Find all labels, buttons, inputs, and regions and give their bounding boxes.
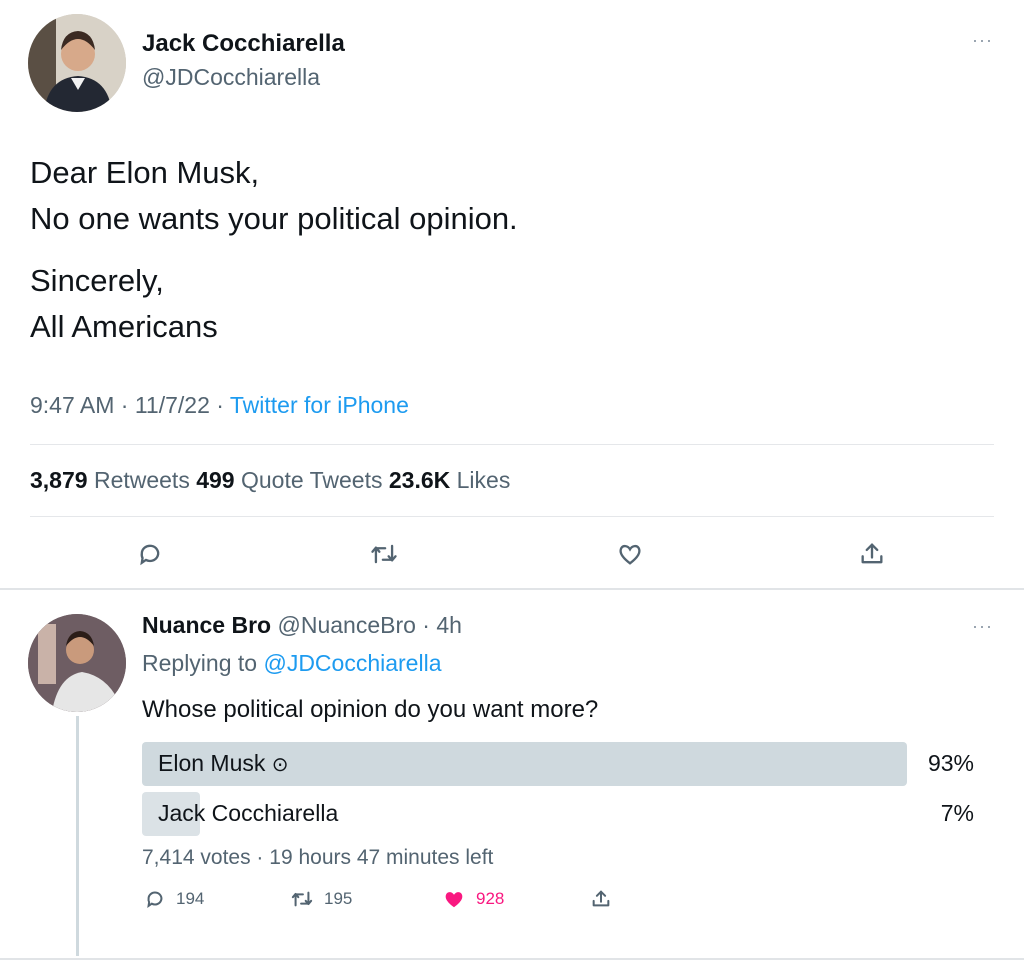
poll-option-2[interactable]: Jack Cocchiarella bbox=[158, 800, 338, 827]
reply-age[interactable]: · 4h bbox=[416, 612, 462, 638]
poll-meta: 7,414 votes · 19 hours 47 minutes left bbox=[142, 846, 494, 869]
thread-line bbox=[76, 716, 79, 956]
separator: · bbox=[209, 392, 230, 418]
reply-button[interactable]: 194 bbox=[144, 888, 204, 910]
tweet-text-line: Dear Elon Musk, bbox=[30, 155, 260, 190]
retweets-label: Retweets bbox=[87, 467, 197, 493]
replying-prefix: Replying to bbox=[142, 650, 264, 676]
reply-author-avatar[interactable] bbox=[28, 614, 126, 712]
reply-icon[interactable] bbox=[134, 538, 166, 570]
poll-option-1[interactable]: Elon Musk ⊙ bbox=[158, 750, 289, 777]
poll-option-label: Elon Musk bbox=[158, 750, 266, 776]
tweet-source-link[interactable]: Twitter for iPhone bbox=[230, 392, 409, 418]
tweet-text-line: Sincerely, bbox=[30, 263, 164, 298]
like-button[interactable]: 928 bbox=[442, 888, 504, 910]
more-options-icon[interactable]: ··· bbox=[972, 30, 993, 51]
reply-count: 194 bbox=[176, 889, 205, 908]
author-name[interactable]: Jack Cocchiarella bbox=[142, 30, 345, 58]
author-avatar[interactable] bbox=[28, 14, 126, 112]
divider bbox=[0, 588, 1024, 590]
retweet-button[interactable]: 195 bbox=[290, 888, 352, 910]
divider bbox=[0, 958, 1024, 960]
like-count: 928 bbox=[476, 889, 505, 908]
divider bbox=[30, 516, 994, 517]
poll-percent-1: 93% bbox=[927, 750, 974, 776]
heart-icon[interactable] bbox=[614, 538, 646, 570]
reply-icon bbox=[147, 891, 163, 909]
author-handle[interactable]: @JDCocchiarella bbox=[142, 64, 320, 91]
replying-handle-link[interactable]: @JDCocchiarella bbox=[263, 650, 441, 676]
quotes-label: Quote Tweets bbox=[234, 467, 389, 493]
retweet-count: 195 bbox=[324, 889, 353, 908]
likes-count: 23.6K bbox=[388, 467, 451, 493]
tweet-text-line: All Americans bbox=[30, 309, 218, 344]
share-icon bbox=[592, 890, 610, 907]
likes-stat[interactable]: 23.6K Likes bbox=[389, 467, 510, 493]
retweets-stat[interactable]: 3,879 Retweets bbox=[30, 467, 196, 493]
divider bbox=[30, 444, 994, 445]
poll-percent-2: 7% bbox=[940, 800, 974, 826]
separator: · bbox=[114, 392, 135, 418]
tweet-text-line: No one wants your political opinion. bbox=[30, 201, 518, 236]
quotes-count: 499 bbox=[196, 467, 235, 493]
retweet-icon[interactable] bbox=[368, 538, 400, 570]
reply-text: Whose political opinion do you want more… bbox=[142, 696, 599, 723]
retweets-count: 3,879 bbox=[30, 467, 88, 493]
reply-author-name[interactable]: Nuance Bro bbox=[142, 612, 271, 638]
retweet-icon bbox=[291, 891, 313, 907]
poll-option-label: Jack Cocchiarella bbox=[158, 800, 339, 826]
more-options-icon[interactable]: ··· bbox=[972, 616, 993, 637]
poll-votes: 7,414 votes bbox=[142, 846, 251, 869]
quotes-stat[interactable]: 499 Quote Tweets bbox=[196, 467, 389, 493]
check-circle-icon: ⊙ bbox=[271, 754, 289, 776]
share-icon[interactable] bbox=[856, 538, 888, 570]
share-button[interactable] bbox=[590, 888, 612, 910]
tweet-timestamp: 9:47 AM · 11/7/22 · Twitter for iPhone bbox=[30, 392, 409, 419]
heart-filled-icon bbox=[445, 892, 463, 908]
engagement-stats: 3,879 Retweets 499 Quote Tweets 23.6K Li… bbox=[30, 467, 510, 494]
reply-header: Nuance Bro @NuanceBro · 4h bbox=[142, 612, 462, 639]
reply-author-handle[interactable]: @NuanceBro bbox=[271, 612, 415, 638]
likes-label: Likes bbox=[450, 467, 511, 493]
tweet-date[interactable]: 11/7/22 bbox=[135, 392, 210, 418]
poll-time-left: 19 hours 47 minutes left bbox=[269, 846, 494, 869]
replying-to: Replying to @JDCocchiarella bbox=[142, 650, 441, 677]
tweet-time[interactable]: 9:47 AM bbox=[30, 392, 114, 418]
